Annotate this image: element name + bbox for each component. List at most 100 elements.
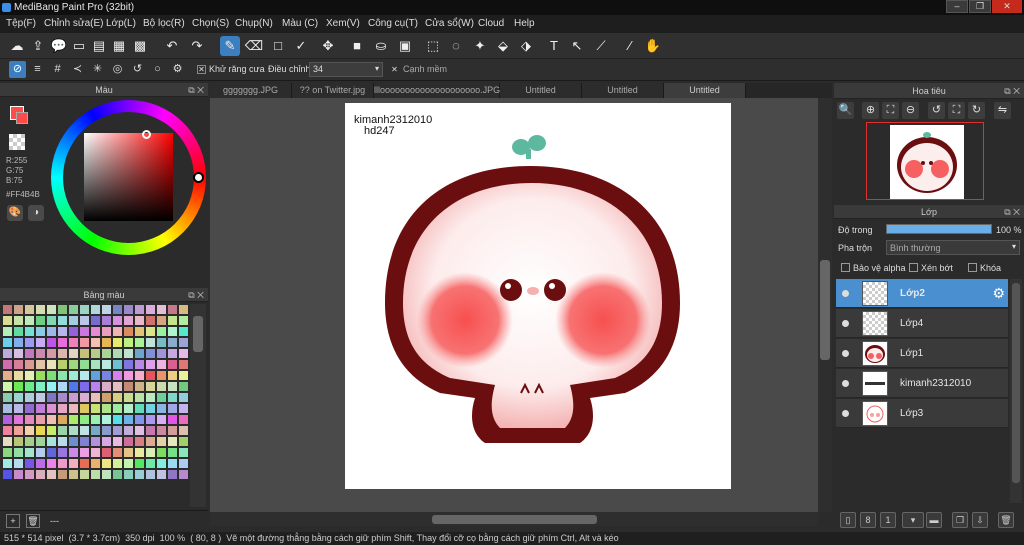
palette-swatch[interactable] bbox=[113, 459, 122, 468]
palette-swatch[interactable] bbox=[25, 371, 34, 380]
palette-swatch[interactable] bbox=[146, 360, 155, 369]
curve-snap-icon[interactable]: ↺ bbox=[129, 61, 146, 78]
palette-swatch[interactable] bbox=[36, 415, 45, 424]
palette-swatch[interactable] bbox=[124, 448, 133, 457]
palette-swatch[interactable] bbox=[135, 316, 144, 325]
palette-swatch[interactable] bbox=[3, 470, 12, 479]
palette-swatch[interactable] bbox=[179, 338, 188, 347]
protect-alpha-checkbox[interactable] bbox=[841, 263, 850, 272]
palette-swatch[interactable] bbox=[157, 382, 166, 391]
palette-swatch[interactable] bbox=[157, 470, 166, 479]
cloud-icon[interactable]: ☁ bbox=[7, 36, 27, 56]
palette-swatch[interactable] bbox=[47, 316, 56, 325]
palette-swatch[interactable] bbox=[3, 382, 12, 391]
palette-swatch[interactable] bbox=[47, 437, 56, 446]
palette-swatch[interactable] bbox=[69, 448, 78, 457]
palette-swatch[interactable] bbox=[179, 415, 188, 424]
layer-item[interactable]: kimanh2312010 bbox=[836, 369, 1008, 398]
palette-swatch[interactable] bbox=[179, 404, 188, 413]
palette-swatch[interactable] bbox=[157, 426, 166, 435]
menu-tools[interactable]: Công cụ(T) bbox=[368, 15, 418, 33]
palette-swatch[interactable] bbox=[25, 470, 34, 479]
palette-swatch[interactable] bbox=[36, 404, 45, 413]
palette-scrollbar[interactable] bbox=[190, 304, 206, 507]
palette-swatch[interactable] bbox=[157, 404, 166, 413]
palette-swatch[interactable] bbox=[113, 415, 122, 424]
palette-swatch[interactable] bbox=[124, 371, 133, 380]
palette-swatch[interactable] bbox=[113, 349, 122, 358]
blend-mode-dropdown[interactable]: Bình thường ▾ bbox=[886, 240, 1020, 255]
palette-swatch[interactable] bbox=[179, 305, 188, 314]
palette-swatch[interactable] bbox=[91, 459, 100, 468]
palette-swatch[interactable] bbox=[58, 426, 67, 435]
palette-swatch[interactable] bbox=[91, 437, 100, 446]
no-snap-icon[interactable]: ⊘ bbox=[9, 61, 26, 78]
horizontal-scroll-thumb[interactable] bbox=[432, 515, 597, 524]
palette-swatch[interactable] bbox=[14, 459, 23, 468]
adjust-dropdown[interactable]: 34 ▾ bbox=[309, 62, 383, 77]
eye-icon[interactable] bbox=[842, 380, 849, 387]
palette-swatch[interactable] bbox=[36, 305, 45, 314]
perspective-snap-icon[interactable]: ≺ bbox=[69, 61, 86, 78]
palette-swatch[interactable] bbox=[168, 459, 177, 468]
menu-select[interactable]: Chọn(S) bbox=[192, 15, 229, 33]
canvas-horizontal-scrollbar[interactable] bbox=[210, 512, 818, 526]
palette-swatch[interactable] bbox=[14, 415, 23, 424]
palette-swatch[interactable] bbox=[168, 393, 177, 402]
rotate-left-icon[interactable]: ↺ bbox=[928, 102, 945, 119]
palette-swatch[interactable] bbox=[36, 316, 45, 325]
palette-swatch[interactable] bbox=[14, 338, 23, 347]
bucket-icon[interactable]: ⛀ bbox=[371, 36, 391, 56]
palette-swatch[interactable] bbox=[102, 448, 111, 457]
palette-swatch[interactable] bbox=[91, 382, 100, 391]
palette-swatch[interactable] bbox=[36, 470, 45, 479]
palette-swatch[interactable] bbox=[69, 371, 78, 380]
palette-swatch[interactable] bbox=[168, 426, 177, 435]
palette-swatch[interactable] bbox=[69, 437, 78, 446]
palette-swatch[interactable] bbox=[124, 382, 133, 391]
palette-swatch[interactable] bbox=[91, 393, 100, 402]
settings-snap-icon[interactable]: ⚙ bbox=[169, 61, 186, 78]
brush-tool-icon[interactable]: ✎ bbox=[220, 36, 240, 56]
palette-swatch[interactable] bbox=[168, 415, 177, 424]
tab-document[interactable]: ggggggg.JPG bbox=[210, 83, 292, 98]
palette-swatch[interactable] bbox=[168, 437, 177, 446]
palette-swatch[interactable] bbox=[3, 305, 12, 314]
palette-swatch[interactable] bbox=[91, 327, 100, 336]
maximize-button[interactable]: ❐ bbox=[969, 0, 991, 13]
palette-swatch[interactable] bbox=[91, 404, 100, 413]
palette-swatch[interactable] bbox=[3, 459, 12, 468]
rectangle-icon[interactable]: □ bbox=[268, 36, 288, 56]
palette-swatch[interactable] bbox=[25, 393, 34, 402]
palette-swatch[interactable] bbox=[58, 393, 67, 402]
palette-swatch[interactable] bbox=[3, 338, 12, 347]
zoom-fit-icon[interactable]: 🔍 bbox=[837, 102, 854, 119]
palette-swatch[interactable] bbox=[124, 305, 133, 314]
palette-swatch[interactable] bbox=[157, 338, 166, 347]
palette-swatch[interactable] bbox=[91, 360, 100, 369]
palette-swatch[interactable] bbox=[47, 338, 56, 347]
palette-swatch[interactable] bbox=[58, 382, 67, 391]
palette-swatch[interactable] bbox=[3, 316, 12, 325]
palette-swatch[interactable] bbox=[113, 393, 122, 402]
flip-icon[interactable]: ⇋ bbox=[994, 102, 1011, 119]
palette-swatch[interactable] bbox=[36, 371, 45, 380]
palette-swatch[interactable] bbox=[14, 404, 23, 413]
navigator-viewport[interactable] bbox=[866, 122, 984, 200]
palette-swatch[interactable] bbox=[146, 415, 155, 424]
palette-swatch[interactable] bbox=[80, 338, 89, 347]
folder-icon[interactable]: ▬ bbox=[926, 512, 942, 528]
palette-swatch[interactable] bbox=[47, 393, 56, 402]
new-halftone-layer-icon[interactable]: 8 bbox=[860, 512, 876, 528]
delete-layer-icon[interactable]: 🗑 bbox=[998, 512, 1014, 528]
palette-swatch[interactable] bbox=[157, 360, 166, 369]
palette-swatch[interactable] bbox=[124, 360, 133, 369]
panel-controls-icon[interactable]: ⧉ ✕ bbox=[188, 83, 204, 97]
palette-swatch[interactable] bbox=[58, 470, 67, 479]
circle-snap-icon[interactable]: ◎ bbox=[109, 61, 126, 78]
palette-swatch[interactable] bbox=[124, 338, 133, 347]
palette-swatch[interactable] bbox=[25, 327, 34, 336]
palette-swatch[interactable] bbox=[102, 426, 111, 435]
palette-swatch[interactable] bbox=[157, 437, 166, 446]
palette-swatch[interactable] bbox=[102, 338, 111, 347]
